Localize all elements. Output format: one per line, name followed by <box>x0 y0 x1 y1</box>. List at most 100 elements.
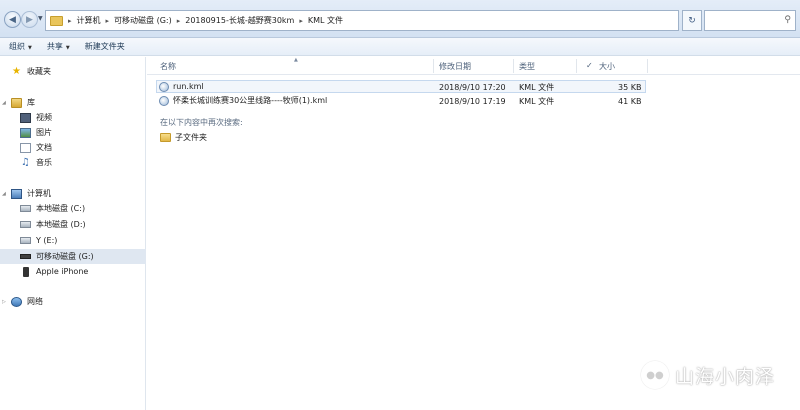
arrow-left-icon: ◀ <box>9 14 16 25</box>
column-modified[interactable]: 修改日期 <box>439 61 471 72</box>
column-size[interactable]: 大小 <box>599 61 615 72</box>
folder-icon <box>50 15 63 26</box>
file-modified: 2018/9/10 17:20 <box>439 83 506 92</box>
arrow-right-icon: ▶ <box>26 14 33 25</box>
nav-drive-e[interactable]: Y (E:) <box>0 233 146 248</box>
nav-computer-label: 计算机 <box>27 189 51 198</box>
hard-drive-icon <box>20 221 31 228</box>
nav-drive-d[interactable]: 本地磁盘 (D:) <box>0 217 146 232</box>
organize-label: 组织 <box>9 42 25 51</box>
chevron-right-icon[interactable]: ▸ <box>177 17 181 25</box>
nav-computer[interactable]: ◢ 计算机 <box>0 186 146 201</box>
column-type[interactable]: 类型 <box>519 61 535 72</box>
forward-button[interactable]: ▶ <box>21 11 38 28</box>
command-bar: 组织 ▼ 共享 ▼ 新建文件夹 <box>0 38 800 56</box>
breadcrumb-drive-g[interactable]: 可移动磁盘 (G:) <box>114 15 172 26</box>
file-size: 35 KB <box>618 83 642 92</box>
search-again-label: 在以下内容中再次搜索: <box>160 118 243 127</box>
nav-documents[interactable]: 文档 <box>0 140 146 155</box>
nav-iphone[interactable]: Apple iPhone <box>0 264 146 279</box>
share-menu[interactable]: 共享 ▼ <box>47 41 70 52</box>
nav-music[interactable]: ♫ 音乐 <box>0 155 146 170</box>
nav-drive-d-label: 本地磁盘 (D:) <box>36 220 86 229</box>
nav-drive-g-label: 可移动磁盘 (G:) <box>36 252 94 261</box>
nav-drive-e-label: Y (E:) <box>36 236 58 245</box>
file-name: 怀柔长城训练赛30公里线路----牧师(1).kml <box>173 96 328 105</box>
share-label: 共享 <box>46 42 63 51</box>
nav-network-label: 网络 <box>27 297 43 306</box>
document-icon <box>20 142 31 153</box>
wechat-logo-icon: ●● <box>641 361 669 389</box>
column-name[interactable]: 名称 <box>160 61 176 72</box>
nav-libraries[interactable]: ◢ 库 <box>0 95 146 110</box>
star-icon: ★ <box>12 65 21 77</box>
nav-documents-label: 文档 <box>36 143 52 152</box>
file-type: KML 文件 <box>519 83 555 92</box>
nav-music-label: 音乐 <box>36 158 52 167</box>
kml-file-icon <box>159 81 169 92</box>
organize-menu[interactable]: 组织 ▼ <box>9 41 32 52</box>
nav-drive-g[interactable]: 可移动磁盘 (G:) <box>0 249 146 264</box>
nav-pictures-label: 图片 <box>36 128 52 137</box>
sort-caret-icon: ▲ <box>294 57 298 63</box>
nav-drive-c[interactable]: 本地磁盘 (C:) <box>0 201 146 216</box>
usb-drive-icon <box>20 254 31 259</box>
collapse-icon[interactable]: ◢ <box>2 191 6 197</box>
collapse-icon[interactable]: ◢ <box>2 100 6 106</box>
network-icon <box>11 296 22 307</box>
watermark-text: 山海小肉泽 <box>675 365 776 388</box>
file-name: run.kml <box>173 82 204 91</box>
address-bar: ◀ ▶ ▼ ▸ 计算机 ▸ 可移动磁盘 (G:) ▸ 20180915-长城-越… <box>0 0 800 38</box>
picture-icon <box>20 127 31 138</box>
breadcrumb[interactable]: ▸ 计算机 ▸ 可移动磁盘 (G:) ▸ 20180915-长城-越野赛30km… <box>45 10 679 31</box>
computer-icon <box>11 188 22 199</box>
music-icon: ♫ <box>21 156 30 168</box>
phone-icon <box>23 266 29 277</box>
search-subfolders-link[interactable]: 子文件夹 <box>160 132 207 143</box>
refresh-button[interactable]: ↻ <box>682 10 702 31</box>
breadcrumb-computer[interactable]: 计算机 <box>77 15 101 26</box>
nav-drive-c-label: 本地磁盘 (C:) <box>36 204 86 213</box>
hard-drive-icon <box>20 237 31 244</box>
caret-down-icon: ▼ <box>28 45 32 51</box>
back-button[interactable]: ◀ <box>4 11 21 28</box>
file-type: KML 文件 <box>519 97 555 106</box>
nav-videos[interactable]: 视频 <box>0 110 146 125</box>
breadcrumb-kml-folder[interactable]: KML 文件 <box>308 15 343 26</box>
navigation-pane: ★ 收藏夹 ◢ 库 视频 图片 文档 ♫ 音乐 ◢ 计算机 本地磁盘 (C:) … <box>0 57 146 410</box>
search-input[interactable]: ⚲ <box>704 10 796 31</box>
nav-favorites-label: 收藏夹 <box>27 67 51 76</box>
file-row[interactable]: 怀柔长城训练赛30公里线路----牧师(1).kml 2018/9/10 17:… <box>156 94 646 107</box>
expand-icon[interactable]: ▷ <box>2 299 6 305</box>
recent-pages-dropdown-icon[interactable]: ▼ <box>38 15 43 22</box>
chevron-right-icon[interactable]: ▸ <box>68 17 72 25</box>
nav-libraries-label: 库 <box>27 98 35 107</box>
breadcrumb-event-folder[interactable]: 20180915-长城-越野赛30km <box>185 15 294 26</box>
caret-down-icon: ▼ <box>65 45 70 51</box>
library-icon <box>11 97 22 108</box>
search-icon: ⚲ <box>784 15 791 25</box>
chevron-right-icon[interactable]: ▸ <box>106 17 110 25</box>
column-divider[interactable] <box>576 59 577 73</box>
nav-pictures[interactable]: 图片 <box>0 125 146 140</box>
hard-drive-icon <box>20 205 31 212</box>
column-divider[interactable] <box>433 59 434 73</box>
file-row[interactable]: run.kml 2018/9/10 17:20 KML 文件 35 KB <box>156 80 646 93</box>
file-list: ▲ 名称 修改日期 类型 ✓ 大小 run.kml 2018/9/10 17:2… <box>147 57 800 410</box>
column-divider[interactable] <box>647 59 648 73</box>
file-modified: 2018/9/10 17:19 <box>439 97 506 106</box>
checkmark-icon[interactable]: ✓ <box>586 61 593 70</box>
kml-file-icon <box>159 95 169 106</box>
file-size: 41 KB <box>618 97 642 106</box>
folder-icon <box>160 133 171 142</box>
video-icon <box>20 112 31 123</box>
new-folder-button[interactable]: 新建文件夹 <box>85 41 125 52</box>
refresh-icon: ↻ <box>688 15 696 26</box>
nav-videos-label: 视频 <box>36 113 52 122</box>
search-subfolders-label: 子文件夹 <box>175 133 207 142</box>
column-divider[interactable] <box>513 59 514 73</box>
nav-network[interactable]: ▷ 网络 <box>0 294 146 309</box>
chevron-right-icon[interactable]: ▸ <box>299 17 303 25</box>
nav-favorites[interactable]: ★ 收藏夹 <box>0 64 146 79</box>
column-header: ▲ 名称 修改日期 类型 ✓ 大小 <box>147 57 800 75</box>
